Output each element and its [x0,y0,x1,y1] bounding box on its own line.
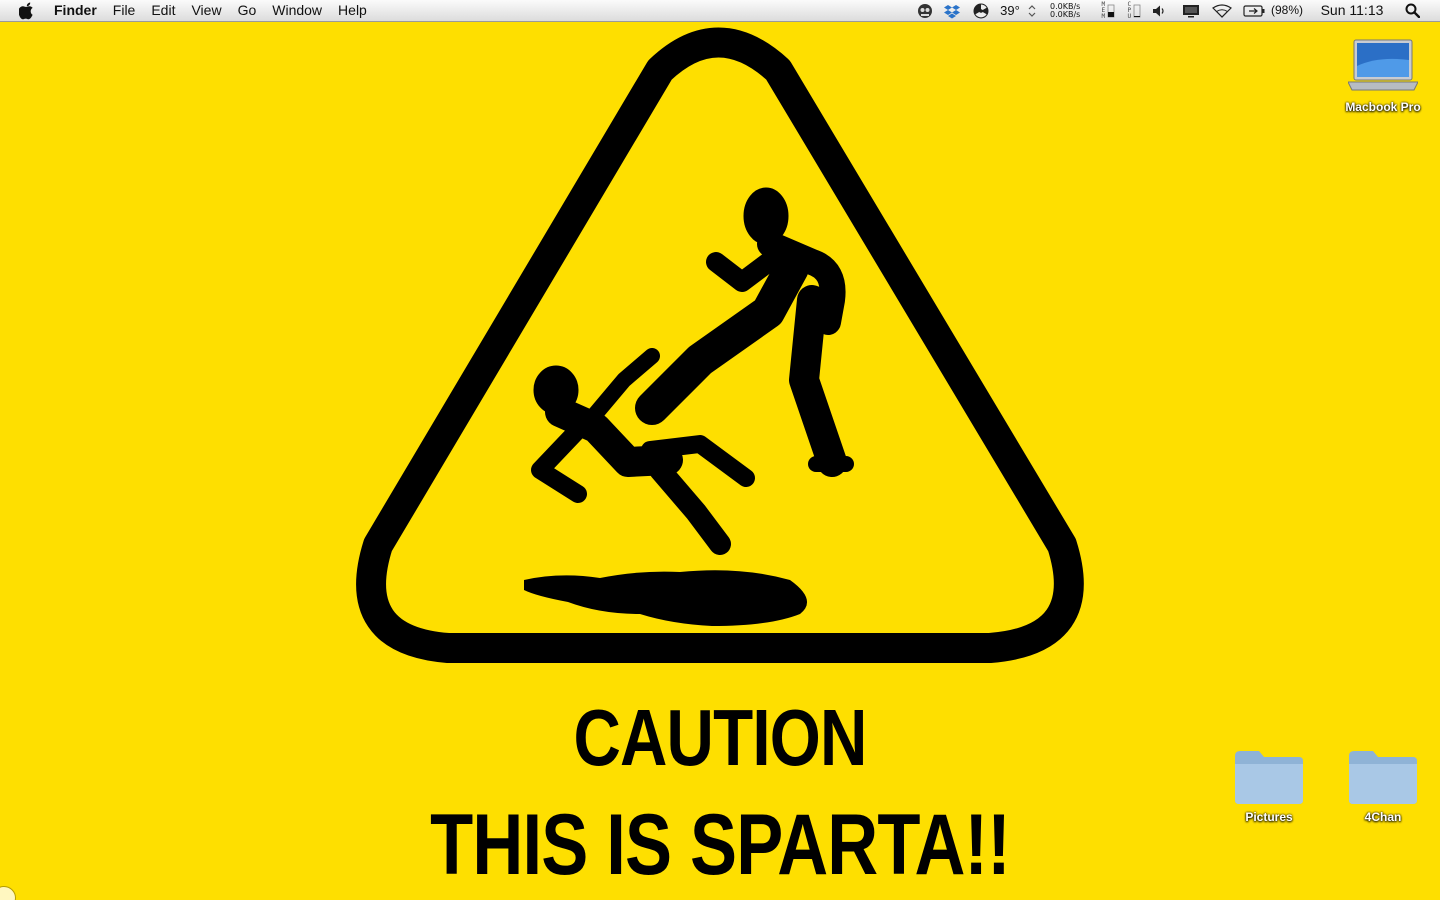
desktop-icon-4chan[interactable]: 4Chan [1328,746,1438,826]
wallpaper-caption-line2: THIS IS SPARTA!! [430,797,1011,893]
desktop-icon-4chan-label: 4Chan [1364,810,1402,824]
display-icon[interactable] [1180,0,1202,21]
network-throughput[interactable]: 0.0KB/s 0.0KB/s [1050,3,1090,19]
updown-arrows-icon [1026,0,1038,21]
desktop-icon-macbook[interactable]: Macbook Pro [1328,36,1438,116]
desktop-icon-macbook-label: Macbook Pro [1345,100,1421,114]
menu-file[interactable]: File [105,0,144,21]
speaker-icon[interactable] [1150,0,1168,21]
wallpaper-caption-line1: CAUTION [573,693,867,782]
cpu-meter[interactable]: CPU [1122,0,1146,21]
menu-go[interactable]: Go [230,0,265,21]
battery-icon[interactable] [1242,0,1266,21]
menu-help[interactable]: Help [330,0,375,21]
menu-window[interactable]: Window [264,0,330,21]
menu-bar: Finder File Edit View Go Window Help 39° [0,0,1440,22]
dropbox-icon[interactable] [942,0,962,21]
cpu-bar-icon [1133,4,1140,17]
laptop-icon [1348,39,1418,91]
desktop-icon-pictures-label: Pictures [1245,810,1293,824]
net-down-rate: 0.0KB/s [1050,10,1081,19]
menu-view[interactable]: View [183,0,229,21]
battery-percent[interactable]: (98%) [1268,0,1306,21]
menu-app-finder[interactable]: Finder [54,0,105,21]
menu-clock[interactable]: Sun 11:13 [1312,0,1392,21]
memory-bar-icon [1107,4,1114,17]
menu-edit[interactable]: Edit [143,0,183,21]
folder-icon [1349,751,1417,804]
memory-meter[interactable]: MEM [1096,0,1120,21]
radiation-icon[interactable] [970,0,992,21]
robot-icon[interactable] [915,0,935,21]
desktop-icon-pictures[interactable]: Pictures [1214,746,1324,826]
wifi-icon[interactable] [1210,0,1234,21]
apple-logo-icon[interactable] [19,2,35,20]
folder-icon [1235,751,1303,804]
magnifier-icon[interactable] [1400,0,1424,21]
menu-bar-left: Finder File Edit View Go Window Help [0,0,375,21]
temperature-reading[interactable]: 39° [994,0,1026,21]
